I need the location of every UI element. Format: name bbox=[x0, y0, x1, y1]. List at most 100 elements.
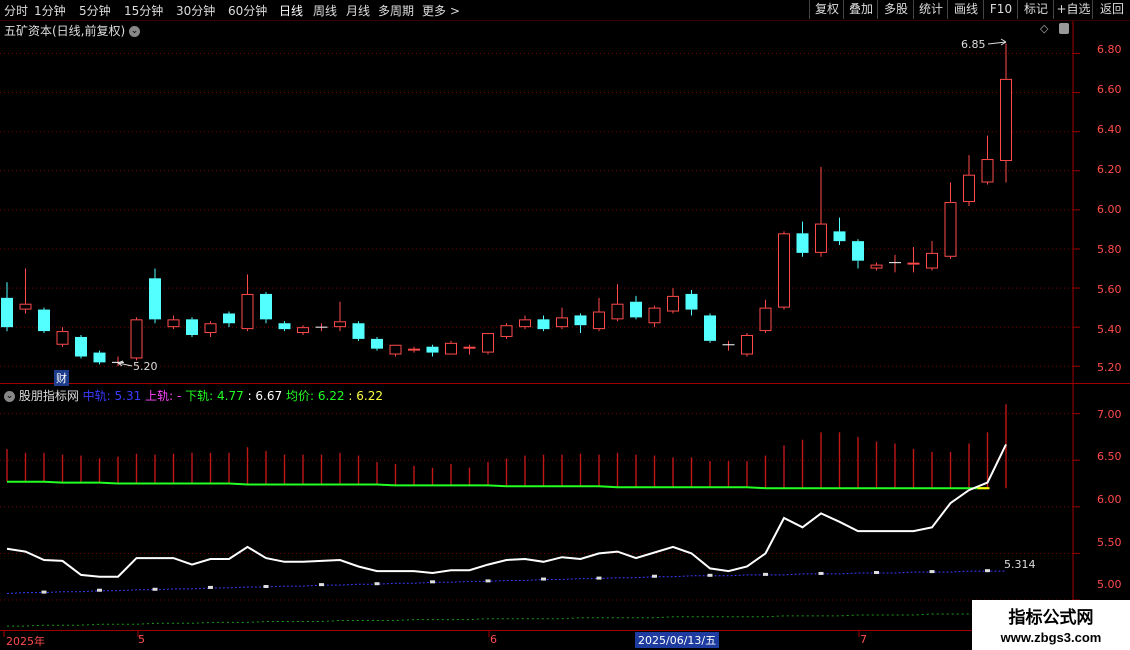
date-label: 6 bbox=[490, 633, 497, 646]
candle-up bbox=[297, 327, 309, 334]
avg-extra: : 6.22 bbox=[348, 389, 383, 403]
y-tick: 6.60 bbox=[1097, 83, 1122, 96]
candle-down bbox=[93, 352, 106, 363]
candle-down bbox=[685, 293, 698, 310]
indicator-name: 股朋指标网 bbox=[18, 389, 79, 403]
candle-up bbox=[167, 319, 180, 328]
candle-down bbox=[278, 323, 291, 330]
candle-down bbox=[426, 346, 439, 353]
candle-up bbox=[981, 159, 994, 183]
candle-up bbox=[389, 344, 402, 355]
y-tick: 6.40 bbox=[1097, 123, 1122, 136]
candle-up bbox=[408, 348, 420, 351]
candle-up bbox=[130, 319, 143, 359]
y-tick: 5.20 bbox=[1097, 361, 1122, 374]
candle-down bbox=[704, 315, 716, 341]
mid-marker bbox=[263, 584, 269, 588]
candle-up bbox=[759, 307, 772, 332]
candle-up bbox=[870, 264, 883, 269]
candle-up bbox=[463, 346, 476, 349]
stock-chart[interactable] bbox=[0, 0, 1130, 650]
candle-down bbox=[223, 313, 235, 324]
candle-up bbox=[19, 303, 32, 310]
candle-down bbox=[75, 336, 87, 357]
candle-up bbox=[926, 252, 938, 269]
candle-up bbox=[204, 323, 217, 334]
candle-up bbox=[741, 334, 753, 355]
finance-marker[interactable]: 财 bbox=[54, 370, 69, 386]
mid-marker bbox=[929, 570, 935, 574]
low-price-label: 5.20 bbox=[133, 360, 158, 373]
date-label: 7 bbox=[860, 633, 867, 646]
indicator-bars bbox=[6, 404, 1007, 489]
candle-up bbox=[778, 233, 790, 308]
candle-up bbox=[241, 293, 254, 330]
candle-down bbox=[260, 293, 272, 320]
stock-name: 五矿资本(日线,前复权) bbox=[4, 24, 126, 38]
watermark: 指标公式网 www.zbgs3.com bbox=[972, 600, 1130, 650]
lower-band-line bbox=[7, 612, 1006, 627]
mid-marker bbox=[874, 571, 879, 575]
indicator-grid bbox=[0, 413, 1080, 601]
candle-up bbox=[611, 303, 624, 320]
ind-y-tick: 6.00 bbox=[1097, 493, 1122, 506]
mid-marker bbox=[818, 571, 824, 575]
candle-down bbox=[574, 315, 587, 326]
y-tick: 6.80 bbox=[1097, 43, 1122, 56]
candle-up bbox=[1000, 78, 1012, 161]
mid-marker bbox=[596, 576, 602, 580]
mid-marker bbox=[152, 587, 158, 591]
candle-up bbox=[815, 223, 827, 253]
ind-y-tick: 7.00 bbox=[1097, 408, 1122, 421]
watermark-url: www.zbgs3.com bbox=[1000, 630, 1102, 645]
candle-down bbox=[186, 319, 198, 335]
candle-up bbox=[556, 317, 568, 328]
up-label: 上轨: bbox=[145, 389, 174, 403]
y-tick: 6.00 bbox=[1097, 203, 1122, 216]
candle-down bbox=[630, 301, 642, 318]
mid-marker bbox=[374, 582, 380, 586]
panel-toggle-icon[interactable] bbox=[1059, 23, 1069, 34]
candle-down bbox=[352, 323, 365, 339]
candle-down bbox=[852, 241, 864, 261]
stock-title: 五矿资本(日线,前复权) ⌄ bbox=[4, 22, 141, 39]
candle-up bbox=[482, 333, 494, 353]
candle-up bbox=[944, 202, 957, 257]
y-tick: 5.60 bbox=[1097, 283, 1122, 296]
mid-marker bbox=[541, 577, 546, 581]
mid-marker bbox=[41, 590, 47, 594]
mid-marker bbox=[707, 573, 713, 577]
date-ticks bbox=[3, 630, 860, 637]
candle-down bbox=[371, 338, 383, 349]
candle-down bbox=[537, 319, 550, 330]
candle-down bbox=[149, 278, 161, 320]
y-tick: 5.80 bbox=[1097, 243, 1122, 256]
candle-down bbox=[796, 233, 809, 253]
mid-marker bbox=[319, 583, 324, 587]
indicator-title: ⌄ 股朋指标网 中轨: 5.31 上轨: - 下轨: 4.77 : 6.67 均… bbox=[4, 387, 383, 404]
mid-marker bbox=[763, 572, 768, 576]
ind-y-tick: 5.00 bbox=[1097, 578, 1122, 591]
avg-value: 6.22 bbox=[317, 389, 345, 403]
mid-marker bbox=[485, 579, 491, 583]
avg-line bbox=[7, 480, 988, 490]
chevron-down-icon[interactable]: ⌄ bbox=[129, 26, 141, 37]
mid-label: 中轨: bbox=[82, 389, 111, 403]
down-value: 4.77 bbox=[217, 389, 244, 403]
candle-up bbox=[334, 321, 346, 328]
candle-up bbox=[667, 295, 679, 312]
mid-value: 5.31 bbox=[114, 389, 142, 403]
ind-y-tick: 6.50 bbox=[1097, 450, 1122, 463]
ind-y-tick: 5.50 bbox=[1097, 536, 1122, 549]
mid-marker bbox=[97, 588, 102, 592]
candle-up bbox=[963, 174, 975, 203]
mid-marker bbox=[208, 585, 213, 589]
candle-up bbox=[593, 311, 605, 330]
chevron-down-icon[interactable]: ⌄ bbox=[4, 391, 15, 402]
candle-up bbox=[445, 342, 457, 355]
y-tick: 5.40 bbox=[1097, 323, 1122, 336]
mid-marker bbox=[652, 574, 657, 578]
candle-up bbox=[519, 319, 531, 328]
candle-up bbox=[907, 262, 920, 265]
diamond-icon[interactable]: ◇ bbox=[1040, 22, 1048, 35]
